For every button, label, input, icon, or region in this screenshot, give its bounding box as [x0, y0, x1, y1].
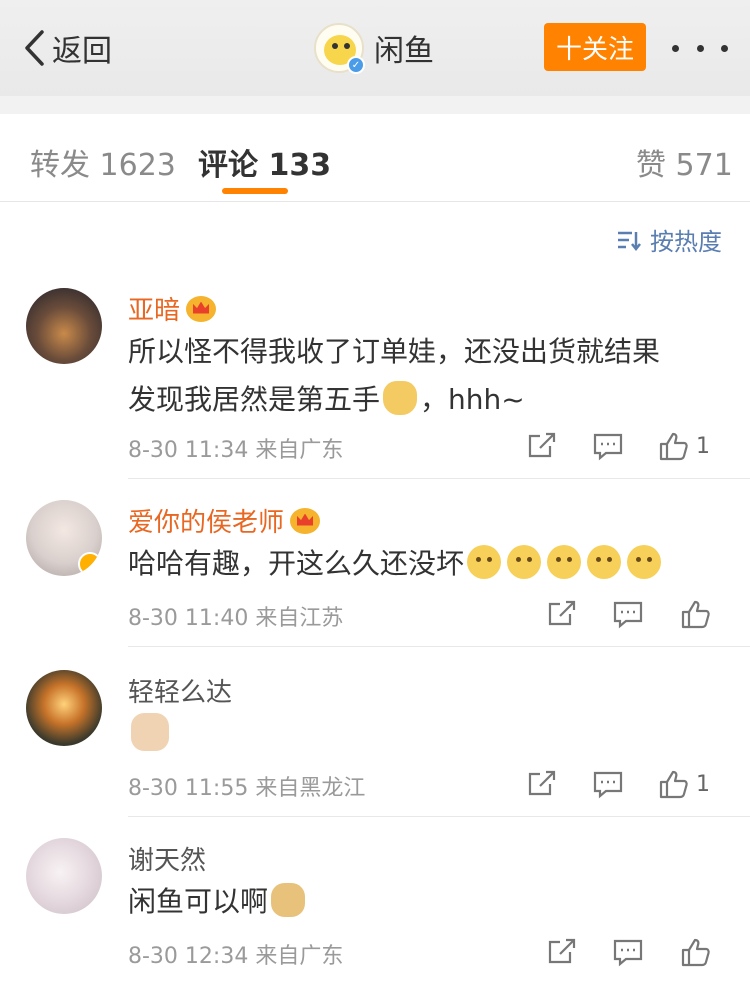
avatar[interactable]	[26, 288, 102, 364]
thinking-emoji-icon	[627, 545, 662, 579]
comment-text: 闲鱼可以啊	[128, 878, 718, 926]
comment-author[interactable]: 亚暗	[128, 290, 217, 327]
thinking-emoji-icon	[507, 545, 542, 579]
verified-badge-icon	[78, 552, 102, 576]
section-divider	[0, 96, 750, 114]
tab-bar: 转发 1623 评论 133 赞 571	[0, 114, 750, 202]
tab-likes[interactable]: 赞 571	[636, 140, 733, 184]
comment-actions	[520, 932, 750, 972]
comment-text-line: 所以怪不得我收了订单娃，还没出货就结果	[128, 335, 661, 368]
account-header[interactable]: ✓ 闲鱼	[314, 22, 434, 74]
like-button[interactable]	[680, 594, 712, 634]
comment-author[interactable]: 轻轻么达	[128, 672, 232, 709]
thumbs-up-icon	[659, 432, 688, 461]
share-icon	[528, 770, 556, 796]
vip-crown-icon	[186, 295, 217, 322]
author-name: 亚暗	[128, 296, 181, 326]
reply-button[interactable]	[592, 764, 624, 804]
like-count: 1	[696, 433, 710, 459]
top-nav-bar: 返回 ✓ 闲鱼 十关注	[0, 0, 750, 96]
account-avatar: ✓	[314, 23, 365, 74]
comment-text: 哈哈有趣，开这么久还没坏	[128, 540, 718, 588]
comment-author[interactable]: 爱你的侯老师	[128, 502, 321, 539]
divider	[128, 816, 750, 817]
author-name: 爱你的侯老师	[128, 508, 285, 538]
reply-button[interactable]	[612, 594, 644, 634]
comment-author[interactable]: 谢天然	[128, 840, 206, 877]
vip-crown-icon	[290, 507, 321, 534]
sort-by-hot-button[interactable]: 按热度	[616, 222, 722, 257]
reply-button[interactable]	[592, 426, 624, 466]
account-name: 闲鱼	[374, 34, 434, 69]
sort-icon	[618, 231, 641, 251]
comment-icon	[613, 601, 643, 629]
thinking-emoji-icon	[547, 545, 582, 579]
share-button[interactable]	[526, 426, 558, 466]
thumbs-up-icon	[659, 770, 688, 799]
comment-actions	[520, 594, 750, 634]
avatar[interactable]	[26, 670, 102, 746]
share-button[interactable]	[526, 764, 558, 804]
like-count: 1	[696, 771, 710, 797]
thinking-emoji-icon	[467, 545, 502, 579]
tab-comments[interactable]: 评论 133	[198, 140, 331, 184]
back-label: 返回	[52, 34, 112, 69]
like-button[interactable]	[680, 932, 712, 972]
avatar[interactable]	[26, 838, 102, 914]
comment-actions: 1	[520, 764, 750, 804]
comment-text-line: 发现我居然是第五手 ，hhh~	[128, 381, 525, 416]
comment-meta: 8-30 11:34 来自广东	[128, 438, 344, 463]
like-button[interactable]: 1	[658, 764, 710, 804]
sort-label: 按热度	[650, 228, 722, 256]
chevron-left-icon	[25, 30, 44, 66]
comment-text	[128, 710, 718, 758]
comment-text: 所以怪不得我收了订单娃，还没出货就结果 发现我居然是第五手 ，hhh~	[128, 328, 718, 424]
more-options-button[interactable]	[672, 30, 728, 66]
comment-meta: 8-30 11:40 来自江苏	[128, 606, 344, 631]
thumbs-up-icon	[681, 938, 710, 967]
verified-badge-icon: ✓	[347, 56, 365, 74]
tab-repost[interactable]: 转发 1623	[30, 140, 176, 184]
share-icon	[528, 432, 556, 458]
comment-icon	[613, 939, 643, 967]
cat-emoji-icon	[131, 713, 169, 751]
divider	[128, 646, 750, 647]
share-icon	[548, 938, 576, 964]
more-dots-icon	[672, 44, 679, 52]
comment-icon	[593, 771, 623, 799]
share-icon	[548, 600, 576, 626]
comment-icon	[593, 433, 623, 461]
thinking-emoji-icon	[587, 545, 622, 579]
reply-button[interactable]	[612, 932, 644, 972]
comment-meta: 8-30 12:34 来自广东	[128, 944, 344, 969]
follow-button[interactable]: 十关注	[544, 23, 646, 71]
like-button[interactable]: 1	[658, 426, 710, 466]
comment-actions: 1	[520, 426, 750, 466]
doge-emoji-icon	[271, 883, 306, 917]
share-button[interactable]	[546, 594, 578, 634]
back-button[interactable]: 返回	[22, 26, 112, 70]
active-tab-indicator	[222, 188, 288, 194]
share-button[interactable]	[546, 932, 578, 972]
sweat-laugh-emoji-icon	[383, 381, 418, 415]
comment-meta: 8-30 11:55 来自黑龙江	[128, 776, 366, 801]
divider	[128, 478, 750, 479]
thumbs-up-icon	[681, 600, 710, 629]
avatar[interactable]	[26, 500, 102, 576]
